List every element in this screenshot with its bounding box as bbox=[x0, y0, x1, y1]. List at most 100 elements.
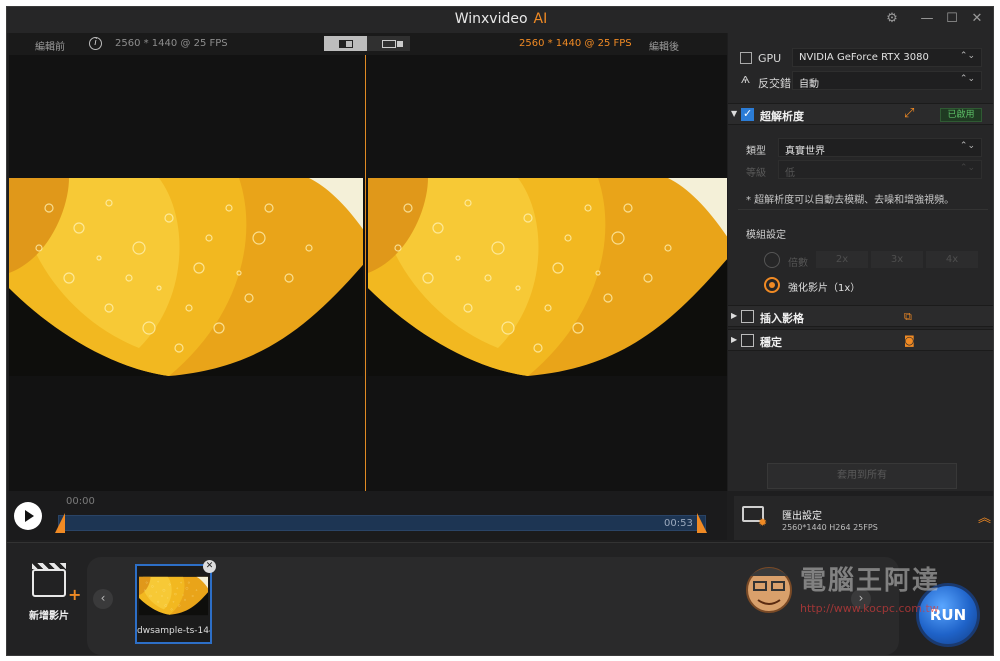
expand-arrow-icon[interactable]: ▶ bbox=[731, 311, 737, 320]
collapse-arrow-icon[interactable]: ▼ bbox=[731, 109, 737, 118]
after-label: 編輯後 bbox=[649, 42, 679, 53]
super-resolution-title: 超解析度 bbox=[760, 110, 804, 123]
select-chevron-icon: ⌃⌄ bbox=[959, 163, 975, 173]
clip-thumbnail[interactable]: ✕ dwsample-ts-1440 bbox=[135, 560, 216, 644]
select-chevron-icon: ⌃⌄ bbox=[959, 141, 975, 151]
stabilize-checkbox[interactable] bbox=[741, 334, 754, 347]
output-title: 匯出設定 bbox=[782, 511, 822, 522]
gpu-chip-icon bbox=[740, 52, 752, 64]
add-video-icon: + bbox=[32, 563, 81, 604]
gpu-select-value: NVIDIA GeForce RTX 3080 bbox=[799, 52, 929, 63]
apply-to-all-button[interactable]: 套用到所有 bbox=[767, 463, 957, 489]
sr-level-label: 等級 bbox=[746, 168, 766, 179]
app-title-ai: AI bbox=[533, 11, 548, 27]
add-video-label: 新增影片 bbox=[29, 611, 69, 622]
scale-label: 倍數 bbox=[788, 258, 808, 269]
preview-header: 編輯前 i 2560 * 1440 @ 25 FPS 2560 * 1440 @… bbox=[9, 33, 727, 55]
plus-icon: + bbox=[68, 585, 82, 604]
enhance-radio[interactable] bbox=[764, 277, 780, 293]
title-bar: Winxvideo AI ⚙ — ☐ ✕ bbox=[7, 7, 993, 33]
sr-type-label: 類型 bbox=[746, 146, 766, 157]
deinterlace-icon: Ѧ bbox=[741, 75, 750, 86]
watermark-url: http://www.kocpc.com.tw bbox=[800, 602, 939, 615]
camera-icon: ◙ bbox=[904, 334, 915, 347]
timeline-track[interactable] bbox=[58, 515, 706, 531]
output-spec: 2560*1440 H264 25FPS bbox=[782, 523, 878, 532]
watermark: 電腦王阿達 http://www.kocpc.com.tw bbox=[742, 552, 942, 622]
sr-level-value: 低 bbox=[785, 168, 795, 179]
watermark-text: 電腦王阿達 bbox=[800, 566, 941, 596]
app-title: Winxvideo AI bbox=[7, 11, 993, 27]
play-button[interactable] bbox=[14, 502, 42, 530]
sr-type-row: 類型 真實世界 ⌃⌄ bbox=[728, 137, 993, 159]
expand-arrow-icon[interactable]: ▶ bbox=[731, 335, 737, 344]
minimize-button[interactable]: — bbox=[917, 10, 937, 28]
close-button[interactable]: ✕ bbox=[967, 10, 987, 28]
thumbnail-frame bbox=[139, 576, 208, 616]
watermark-mascot-logo bbox=[746, 567, 792, 613]
scale-3x-button[interactable]: 3x bbox=[871, 251, 923, 268]
scroll-left-button[interactable]: ‹ bbox=[93, 589, 113, 609]
side-by-side-icon bbox=[381, 39, 403, 48]
info-icon[interactable]: i bbox=[89, 37, 102, 50]
app-title-text: Winxvideo bbox=[454, 11, 528, 27]
compare-divider[interactable] bbox=[365, 55, 366, 491]
timeline: 00:00 00:53 bbox=[9, 491, 727, 540]
remove-clip-icon[interactable]: ✕ bbox=[203, 560, 216, 573]
after-frame-image bbox=[368, 178, 727, 376]
insert-frames-header[interactable]: ▶ 插入影格 ⧉ bbox=[728, 305, 993, 327]
enhance-label: 強化影片（1x） bbox=[788, 283, 861, 294]
before-resolution: 2560 * 1440 @ 25 FPS bbox=[115, 38, 228, 49]
clip-thumbnail-image bbox=[139, 570, 208, 622]
stabilize-title: 穩定 bbox=[760, 336, 782, 349]
before-label: 編輯前 bbox=[35, 42, 65, 53]
stabilize-header[interactable]: ▶ 穩定 ◙ bbox=[728, 329, 993, 351]
model-settings-label: 模組設定 bbox=[746, 230, 786, 241]
sr-type-select[interactable]: 真實世界 ⌃⌄ bbox=[778, 138, 982, 157]
time-end: 00:53 bbox=[664, 518, 693, 529]
scale-4x-button[interactable]: 4x bbox=[926, 251, 978, 268]
split-view-icon bbox=[338, 39, 353, 48]
gpu-select[interactable]: NVIDIA GeForce RTX 3080 ⌃⌄ bbox=[792, 48, 982, 67]
scale-2x-button[interactable]: 2x bbox=[816, 251, 868, 268]
gpu-row: GPU NVIDIA GeForce RTX 3080 ⌃⌄ bbox=[728, 47, 993, 69]
super-resolution-header[interactable]: ▼ 超解析度 ⤢ 已啟用 bbox=[728, 103, 993, 125]
deinterlace-select-value: 自動 bbox=[799, 79, 819, 90]
before-frame-image bbox=[9, 178, 363, 376]
frames-stack-icon: ⧉ bbox=[904, 310, 912, 323]
sr-level-row: 等級 低 ⌃⌄ bbox=[728, 159, 993, 181]
super-resolution-checkbox[interactable] bbox=[741, 107, 754, 121]
section-divider bbox=[738, 209, 988, 210]
gear-icon: ✹ bbox=[758, 516, 768, 529]
insert-frames-title: 插入影格 bbox=[760, 312, 804, 325]
after-resolution: 2560 * 1440 @ 25 FPS bbox=[519, 38, 632, 49]
settings-panel: GPU NVIDIA GeForce RTX 3080 ⌃⌄ Ѧ 反交錯 自動 ⌃⌄… bbox=[728, 33, 993, 491]
maximize-button[interactable]: ☐ bbox=[942, 10, 962, 28]
gpu-label: GPU bbox=[758, 52, 782, 65]
expand-up-icon[interactable]: ︽ bbox=[978, 507, 991, 526]
deinterlace-row: Ѧ 反交錯 自動 ⌃⌄ bbox=[728, 70, 993, 92]
deinterlace-label: 反交錯 bbox=[758, 77, 791, 90]
select-chevron-icon: ⌃⌄ bbox=[959, 51, 975, 61]
time-start: 00:00 bbox=[66, 496, 95, 507]
settings-gear-icon[interactable]: ⚙ bbox=[882, 10, 902, 28]
app-window: Winxvideo AI ⚙ — ☐ ✕ 編輯前 i 2560 * 1440 @ … bbox=[6, 6, 994, 656]
deinterlace-select[interactable]: 自動 ⌃⌄ bbox=[792, 71, 982, 90]
after-video-frame bbox=[368, 178, 727, 376]
select-chevron-icon: ⌃⌄ bbox=[959, 74, 975, 84]
insert-frames-checkbox[interactable] bbox=[741, 310, 754, 323]
add-video-button[interactable]: + 新增影片 bbox=[21, 563, 81, 639]
output-settings[interactable]: ✹ 匯出設定 2560*1440 H264 25FPS ︽ bbox=[734, 496, 993, 540]
before-video-frame bbox=[9, 178, 363, 376]
split-view-button[interactable] bbox=[324, 36, 367, 51]
view-mode-toggle bbox=[324, 36, 410, 51]
scale-radio[interactable] bbox=[764, 252, 780, 268]
preview-area: 編輯前 i 2560 * 1440 @ 25 FPS 2560 * 1440 @… bbox=[9, 33, 727, 491]
sr-type-value: 真實世界 bbox=[785, 146, 825, 157]
sr-level-select: 低 ⌃⌄ bbox=[778, 160, 982, 179]
side-by-side-view-button[interactable] bbox=[367, 36, 410, 51]
sr-note: * 超解析度可以自動去模糊、去噪和增強視頻。 bbox=[746, 195, 955, 206]
enabled-badge: 已啟用 bbox=[940, 108, 982, 122]
clip-name: dwsample-ts-1440 bbox=[137, 626, 210, 636]
compare-expand-icon[interactable]: ⤢ bbox=[904, 106, 914, 121]
